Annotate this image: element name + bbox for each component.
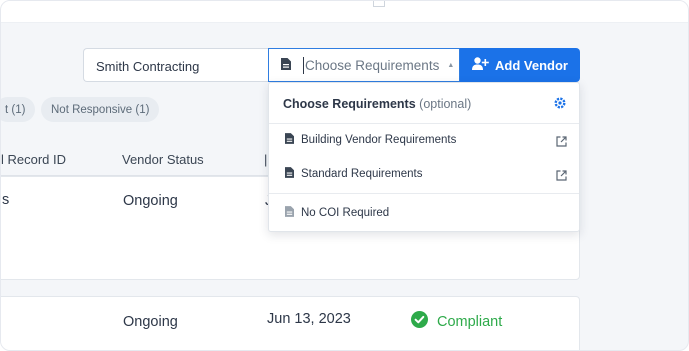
document-icon — [281, 57, 291, 73]
filter-chip-label: Not Responsive (1) — [51, 103, 150, 116]
record-id-cell: s — [2, 192, 10, 208]
app-frame: t (1) Not Responsive (1) l Record ID Ven… — [0, 0, 689, 351]
filter-chip-label: t (1) — [5, 103, 26, 116]
gear-icon[interactable] — [554, 96, 566, 114]
dropdown-divider — [269, 123, 579, 124]
caret-up-icon: ▲ — [447, 61, 455, 69]
requirements-select[interactable]: Choose Requirements ▲ — [268, 48, 460, 82]
dropdown-item-label: No COI Required — [301, 207, 390, 219]
top-bar-tab-marker — [373, 1, 385, 7]
compliance-label: Compliant — [437, 313, 503, 330]
dropdown-heading-title: Choose Requirements — [283, 97, 416, 111]
dropdown-item-label: Building Vendor Requirements — [301, 134, 457, 146]
filter-chip-not-responsive[interactable]: Not Responsive (1) — [41, 97, 160, 122]
date-cell: Jun 13, 2023 — [267, 311, 351, 327]
dropdown-heading-note: (optional) — [419, 97, 472, 111]
column-header-vendor-status[interactable]: Vendor Status — [122, 152, 204, 167]
vendor-status-cell: Ongoing — [123, 314, 178, 330]
dropdown-item-label: Standard Requirements — [301, 168, 423, 180]
vendor-name-value: Smith Contracting — [96, 59, 200, 74]
document-icon — [285, 133, 294, 147]
column-header-record-id[interactable]: l Record ID — [1, 152, 66, 167]
add-vendor-button[interactable]: Add Vendor — [460, 48, 580, 82]
compliance-status: Compliant — [411, 311, 502, 332]
add-vendor-label: Add Vendor — [495, 57, 568, 73]
vendor-name-input[interactable]: Smith Contracting — [83, 48, 269, 82]
filter-chip-partial[interactable]: t (1) — [1, 97, 36, 122]
dropdown-heading: Choose Requirements (optional) — [283, 97, 471, 111]
dropdown-item-building-vendor[interactable]: Building Vendor Requirements — [285, 133, 456, 147]
check-circle-icon — [411, 311, 428, 332]
add-user-icon — [472, 57, 489, 73]
document-icon — [285, 206, 294, 220]
external-link-icon[interactable] — [556, 168, 567, 186]
requirements-placeholder: Choose Requirements — [305, 57, 440, 73]
text-caret — [303, 56, 304, 74]
requirements-dropdown: Choose Requirements (optional) Building … — [268, 82, 580, 232]
dropdown-divider — [269, 193, 579, 194]
top-bar — [1, 1, 688, 23]
external-link-icon[interactable] — [556, 134, 567, 152]
vendor-status-cell: Ongoing — [123, 193, 178, 209]
dropdown-item-no-coi[interactable]: No COI Required — [285, 206, 389, 220]
document-icon — [285, 167, 294, 181]
dropdown-item-standard[interactable]: Standard Requirements — [285, 167, 422, 181]
table-row[interactable]: Ongoing Jun 13, 2023 Compliant — [1, 296, 580, 350]
